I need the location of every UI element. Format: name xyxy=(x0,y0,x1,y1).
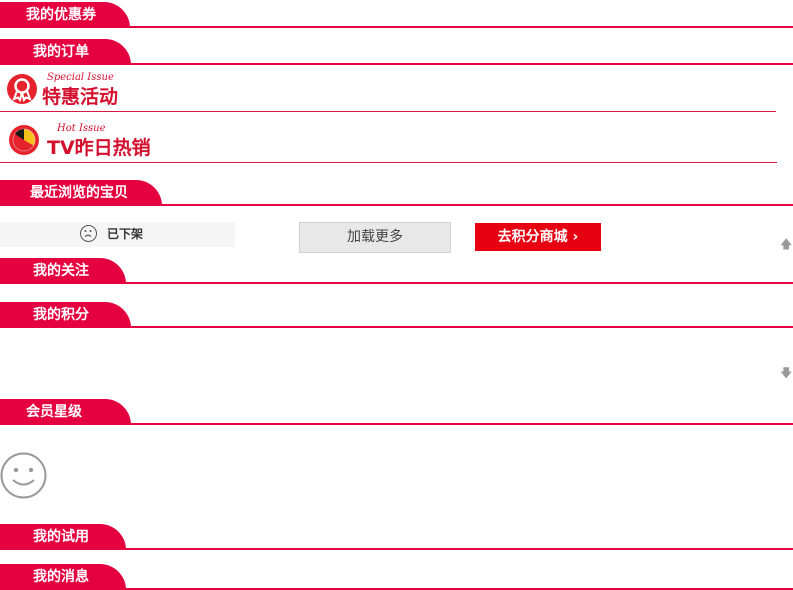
messages-tab[interactable]: 我的消息 xyxy=(0,564,126,590)
member-section-header: 会员星级 xyxy=(0,397,793,425)
pie-badge-icon xyxy=(9,125,39,155)
recent-tab[interactable]: 最近浏览的宝贝 xyxy=(0,180,162,206)
follow-title: 我的关注 xyxy=(33,263,89,279)
removed-item[interactable]: 已下架 xyxy=(0,222,235,247)
orders-title: 我的订单 xyxy=(33,44,89,60)
arrow-up-icon[interactable]: 🡅 xyxy=(780,235,792,256)
smiley-face-icon xyxy=(0,452,47,499)
messages-section-header: 我的消息 xyxy=(0,562,793,590)
orders-tab[interactable]: 我的订单 xyxy=(0,39,131,65)
trial-tab[interactable]: 我的试用 xyxy=(0,524,126,550)
load-more-button[interactable]: 加载更多 xyxy=(299,222,451,253)
coupons-tab[interactable]: 我的优惠券 xyxy=(0,2,130,28)
divider xyxy=(0,548,793,550)
removed-label: 已下架 xyxy=(107,227,144,241)
coupons-section-header: 我的优惠券 xyxy=(0,0,793,28)
points-tab[interactable]: 我的积分 xyxy=(0,302,131,328)
divider xyxy=(0,26,793,28)
follow-tab[interactable]: 我的关注 xyxy=(0,258,126,284)
points-section-header: 我的积分 xyxy=(0,300,793,328)
divider xyxy=(0,282,793,284)
special-offers-label: 特惠活动 xyxy=(42,86,119,108)
recent-section-header: 最近浏览的宝贝 xyxy=(0,178,793,206)
member-tab[interactable]: 会员星级 xyxy=(0,399,131,425)
points-title: 我的积分 xyxy=(33,307,89,323)
messages-title: 我的消息 xyxy=(33,569,89,585)
orders-section-header: 我的订单 xyxy=(0,37,793,65)
divider xyxy=(0,204,793,206)
follow-section-header: 我的关注 xyxy=(0,256,793,284)
arrow-down-icon[interactable]: 🡇 xyxy=(780,364,792,385)
points-mall-button[interactable]: 去积分商城 › xyxy=(475,223,601,251)
trial-section-header: 我的试用 xyxy=(0,522,793,550)
special-offers-promo[interactable]: Special Issue 特惠活动 xyxy=(0,65,776,112)
sad-face-icon xyxy=(80,225,97,242)
member-title: 会员星级 xyxy=(26,404,82,420)
trial-title: 我的试用 xyxy=(33,529,89,545)
hot-sales-promo[interactable]: Hot Issue TV昨日热销 xyxy=(0,116,777,163)
coupons-title: 我的优惠券 xyxy=(26,7,96,23)
divider xyxy=(0,326,793,328)
ribbon-badge-icon xyxy=(7,74,37,104)
recent-title: 最近浏览的宝贝 xyxy=(30,185,128,201)
hot-sales-label: TV昨日热销 xyxy=(47,137,151,159)
divider xyxy=(0,423,793,425)
